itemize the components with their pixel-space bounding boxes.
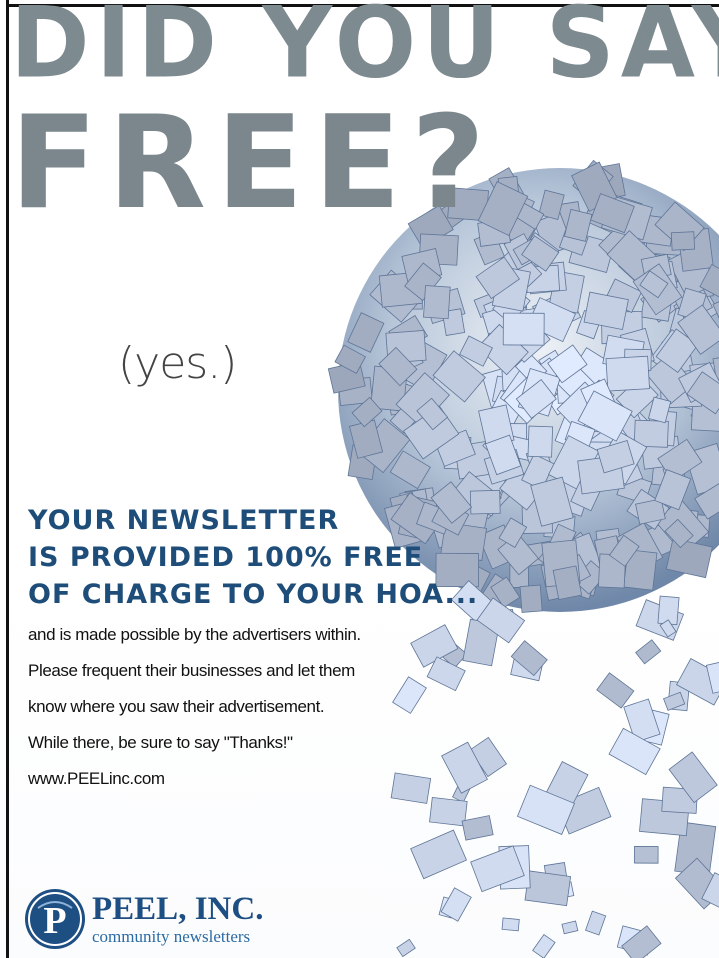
peel-logo-icon: P [25,889,85,949]
paper-sheet [605,355,650,392]
peel-logo: P PEEL, INC. community newsletters [24,888,263,950]
paper-sheet [527,425,554,458]
paper-sheet [410,829,468,880]
body-text: and is made possible by the advertisers … [28,622,361,802]
paper-sheet [633,846,659,864]
subheading-line-1: YOUR NEWSLETTER [28,505,340,536]
paper-sheet [585,910,607,936]
logo-tagline: community newsletters [92,927,251,946]
paper-sheet [519,584,543,613]
paper-sheet [596,672,635,709]
subheading-line-2: IS PROVIDED 100% FREE [28,542,424,573]
paper-sheet [635,639,662,665]
aside-yes: (yes.) [118,338,237,389]
paper-sheet [501,917,520,932]
body-line: and is made possible by the advertisers … [28,625,361,644]
paper-sheet [524,870,572,907]
body-line: While there, be sure to say "Thanks!" [28,733,293,752]
subheading: YOUR NEWSLETTER IS PROVIDED 100% FREE OF… [28,502,478,613]
paper-sheet [561,920,579,935]
paper-sheet [390,772,432,804]
headline-line-1: DID YOU SAY [10,0,719,101]
paper-sheet [392,676,427,714]
paper-sheet [429,797,468,827]
logo-name: PEEL, INC. [92,891,264,927]
paper-sheet [423,285,451,320]
paper-sheet [396,938,416,958]
body-line: know where you saw their advertisement. [28,697,325,716]
subheading-line-3: OF CHARGE TO YOUR HOA... [28,579,479,610]
frame-left-border [6,0,9,958]
website-link[interactable]: www.PEELinc.com [28,766,361,802]
paper-sheet [502,312,545,346]
logo-mark-letter: P [43,900,66,942]
body-line: Please frequent their businesses and let… [28,661,355,680]
ad-page: DID YOU SAY FREE? (yes.) YOUR NEWSLETTER… [0,0,719,958]
paper-sheet [670,231,696,251]
paper-sheet [532,933,556,958]
paper-sheet [461,815,494,841]
headline-line-2: FREE? [10,89,496,238]
